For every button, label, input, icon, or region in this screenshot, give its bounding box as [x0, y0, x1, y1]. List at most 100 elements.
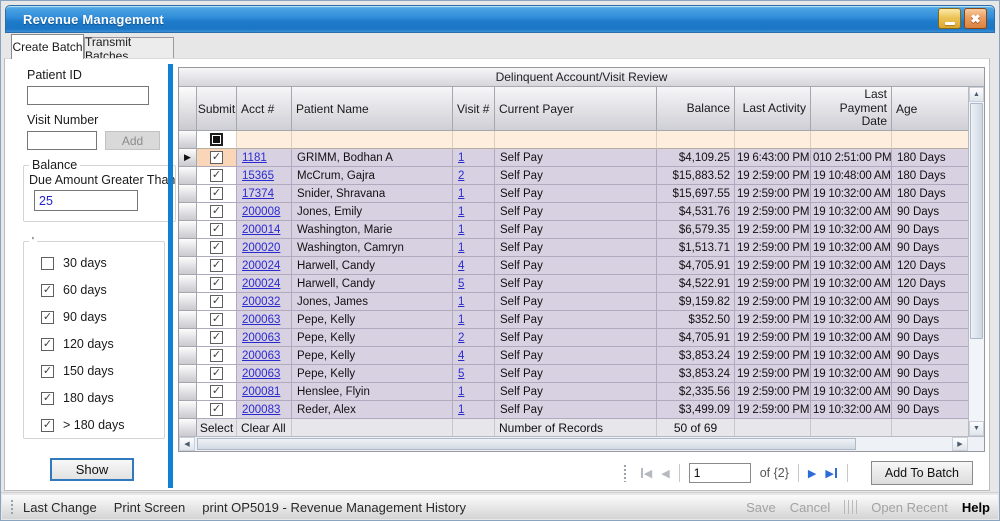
acct-link[interactable]: 15365 — [242, 170, 274, 182]
print-history-button[interactable]: print OP5019 - Revenue Management Histor… — [202, 500, 466, 515]
open-recent-button[interactable]: Open Recent — [871, 500, 948, 515]
submit-checkbox[interactable]: ✓ — [210, 367, 223, 380]
col-header-last-activity[interactable]: Last Activity — [735, 87, 811, 131]
tab-create-batch[interactable]: Create Batch — [11, 34, 84, 59]
submit-checkbox[interactable]: ✓ — [210, 295, 223, 308]
submit-checkbox[interactable]: ✓ — [210, 313, 223, 326]
submit-checkbox[interactable]: ✓ — [210, 349, 223, 362]
select-all-checkbox[interactable] — [210, 133, 223, 146]
visit-link[interactable]: 1 — [458, 404, 464, 416]
table-row[interactable]: ✓ 200063 Pepe, Kelly 4 Self Pay $3,853.2… — [179, 347, 968, 365]
due-amount-input[interactable] — [34, 190, 138, 211]
visit-link[interactable]: 5 — [458, 368, 464, 380]
previous-page-button[interactable]: ◀ — [661, 467, 669, 480]
table-row[interactable]: ✓ 200063 Pepe, Kelly 5 Self Pay $3,853.2… — [179, 365, 968, 383]
acct-link[interactable]: 200063 — [242, 314, 280, 326]
table-row[interactable]: ✓ 17374 Snider, Shravana 1 Self Pay $15,… — [179, 185, 968, 203]
filter-cell[interactable] — [735, 131, 811, 149]
col-header-submit[interactable]: Submit — [197, 87, 237, 131]
scroll-down-icon[interactable]: ▼ — [969, 421, 984, 436]
show-button[interactable]: Show — [50, 458, 134, 481]
age-filter-option[interactable]: ✓ 90 days — [41, 310, 164, 324]
submit-checkbox[interactable]: ✓ — [210, 403, 223, 416]
age-checkbox[interactable]: ✓ — [41, 392, 54, 405]
horizontal-scroll-track[interactable] — [195, 437, 952, 451]
visit-number-input[interactable] — [27, 131, 97, 150]
acct-link[interactable]: 200014 — [242, 224, 280, 236]
table-row[interactable]: ✓ 200008 Jones, Emily 1 Self Pay $4,531.… — [179, 203, 968, 221]
table-row[interactable]: ▶ ✓ 1181 GRIMM, Bodhan A 1 Self Pay $4,1… — [179, 149, 968, 167]
row-selector[interactable] — [179, 347, 197, 365]
acct-link[interactable]: 200024 — [242, 278, 280, 290]
acct-link[interactable]: 200063 — [242, 350, 280, 362]
visit-link[interactable]: 1 — [458, 188, 464, 200]
help-button[interactable]: Help — [962, 500, 990, 515]
age-filter-option[interactable]: ✓ 60 days — [41, 283, 164, 297]
visit-link[interactable]: 4 — [458, 350, 464, 362]
cancel-button[interactable]: Cancel — [790, 500, 830, 515]
table-row[interactable]: ✓ 200024 Harwell, Candy 5 Self Pay $4,52… — [179, 275, 968, 293]
table-row[interactable]: ✓ 200032 Jones, James 1 Self Pay $9,159.… — [179, 293, 968, 311]
visit-link[interactable]: 1 — [458, 242, 464, 254]
table-row[interactable]: ✓ 15365 McCrum, Gajra 2 Self Pay $15,883… — [179, 167, 968, 185]
row-selector[interactable] — [179, 275, 197, 293]
last-change-button[interactable]: Last Change — [23, 500, 97, 515]
age-checkbox[interactable]: ✓ — [41, 284, 54, 297]
visit-link[interactable]: 5 — [458, 278, 464, 290]
submit-checkbox[interactable]: ✓ — [210, 241, 223, 254]
row-selector[interactable] — [179, 257, 197, 275]
row-selector[interactable] — [179, 383, 197, 401]
visit-link[interactable]: 1 — [458, 152, 464, 164]
acct-link[interactable]: 200063 — [242, 332, 280, 344]
age-filter-option[interactable]: 30 days — [41, 256, 164, 270]
col-header-visit[interactable]: Visit # — [453, 87, 495, 131]
filter-cell[interactable] — [237, 131, 292, 149]
submit-checkbox[interactable]: ✓ — [210, 385, 223, 398]
acct-link[interactable]: 200008 — [242, 206, 280, 218]
age-filter-option[interactable]: ✓ 180 days — [41, 391, 164, 405]
age-filter-option[interactable]: ✓ 150 days — [41, 364, 164, 378]
row-selector[interactable] — [179, 293, 197, 311]
add-to-batch-button[interactable]: Add To Batch — [871, 461, 973, 485]
row-selector[interactable] — [179, 239, 197, 257]
add-button[interactable]: Add — [105, 131, 160, 150]
first-page-button[interactable]: ◀ — [640, 467, 652, 480]
submit-checkbox[interactable]: ✓ — [210, 169, 223, 182]
row-selector[interactable] — [179, 401, 197, 419]
table-row[interactable]: ✓ 200081 Henslee, Flyin 1 Self Pay $2,33… — [179, 383, 968, 401]
table-row[interactable]: ✓ 200063 Pepe, Kelly 2 Self Pay $4,705.9… — [179, 329, 968, 347]
acct-link[interactable]: 200063 — [242, 368, 280, 380]
visit-link[interactable]: 1 — [458, 224, 464, 236]
visit-link[interactable]: 2 — [458, 170, 464, 182]
acct-link[interactable]: 200020 — [242, 242, 280, 254]
visit-link[interactable]: 1 — [458, 206, 464, 218]
row-selector[interactable] — [179, 311, 197, 329]
row-selector[interactable] — [179, 203, 197, 221]
tab-transmit-batches[interactable]: Transmit Batches — [84, 37, 174, 59]
acct-link[interactable]: 200083 — [242, 404, 280, 416]
horizontal-scroll-thumb[interactable] — [197, 438, 856, 450]
filter-cell[interactable] — [495, 131, 657, 149]
next-page-button[interactable]: ▶ — [808, 467, 816, 480]
row-selector[interactable] — [179, 329, 197, 347]
select-label[interactable]: Select — [197, 419, 237, 436]
col-header-last-payment-date[interactable]: Last Payment Date — [811, 87, 892, 131]
submit-checkbox[interactable]: ✓ — [210, 187, 223, 200]
clear-all-link[interactable]: Clear All — [237, 419, 292, 436]
col-header-patient-name[interactable]: Patient Name — [292, 87, 453, 131]
age-checkbox[interactable]: ✓ — [41, 338, 54, 351]
save-button[interactable]: Save — [746, 500, 776, 515]
scroll-right-icon[interactable]: ▶ — [952, 437, 968, 451]
acct-link[interactable]: 1181 — [242, 152, 267, 164]
acct-link[interactable]: 200032 — [242, 296, 280, 308]
print-screen-button[interactable]: Print Screen — [114, 500, 186, 515]
scroll-left-icon[interactable]: ◀ — [179, 437, 195, 451]
age-filter-option[interactable]: ✓ 120 days — [41, 337, 164, 351]
row-selector[interactable] — [179, 221, 197, 239]
scroll-up-icon[interactable]: ▲ — [969, 87, 984, 102]
close-button[interactable]: ✖ — [964, 8, 987, 29]
table-row[interactable]: ✓ 200063 Pepe, Kelly 1 Self Pay $352.50 … — [179, 311, 968, 329]
acct-link[interactable]: 200081 — [242, 386, 280, 398]
filter-cell[interactable] — [657, 131, 735, 149]
row-selector[interactable] — [179, 365, 197, 383]
